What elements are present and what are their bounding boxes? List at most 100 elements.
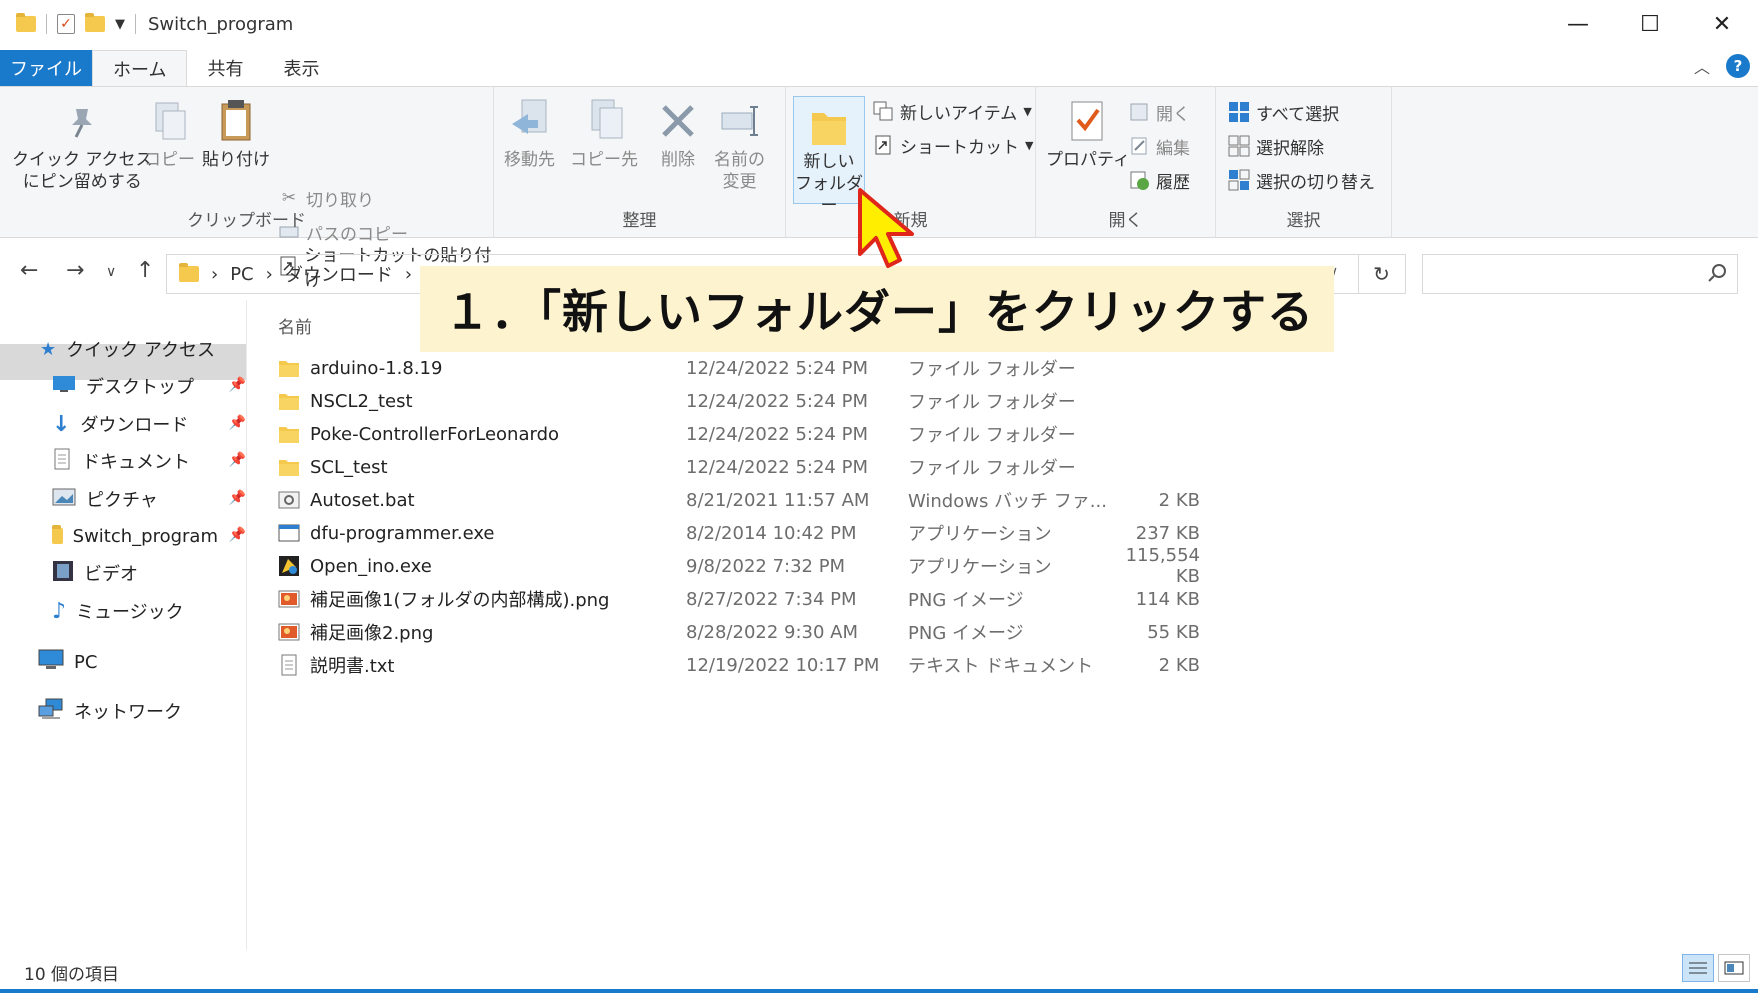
tab-share[interactable]: 共有 bbox=[187, 50, 263, 86]
pin-icon: 📌 bbox=[228, 377, 246, 393]
file-row[interactable]: NSCL2_test 12/24/2022 5:24 PM ファイル フォルダー bbox=[278, 385, 1228, 417]
forward-arrow-icon[interactable]: → bbox=[66, 258, 84, 283]
nav-network[interactable]: ネットワーク bbox=[38, 696, 182, 726]
pane-divider bbox=[246, 300, 247, 950]
nav-documents[interactable]: ドキュメント 📌 bbox=[52, 446, 246, 476]
document-icon bbox=[52, 448, 72, 475]
edit-button[interactable]: 編集 bbox=[1128, 131, 1190, 161]
file-name-cell: 補足画像1(フォルダの内部構成).png bbox=[278, 586, 686, 612]
close-button[interactable]: ✕ bbox=[1686, 0, 1758, 48]
refresh-icon[interactable]: ↻ bbox=[1358, 254, 1404, 294]
help-icon[interactable]: ? bbox=[1726, 54, 1750, 78]
file-date: 12/24/2022 5:24 PM bbox=[686, 456, 868, 478]
nav-label: ドキュメント bbox=[82, 452, 190, 473]
file-type: テキスト ドキュメント bbox=[908, 656, 1094, 677]
file-row[interactable]: Open_ino.exe 9/8/2022 7:32 PM アプリケーション 115,… bbox=[278, 545, 1228, 587]
details-view-icon[interactable] bbox=[1682, 954, 1714, 982]
tab-home[interactable]: ホーム bbox=[92, 50, 188, 86]
history-icon bbox=[1128, 169, 1150, 191]
shortcut-button[interactable]: ショートカット ▼ bbox=[872, 130, 1033, 160]
file-row[interactable]: arduino-1.8.19 12/24/2022 5:24 PM ファイル フォル… bbox=[278, 352, 1228, 384]
breadcrumb-pc[interactable]: PC bbox=[230, 264, 253, 285]
nav-switch-program[interactable]: Switch_program 📌 bbox=[52, 521, 246, 551]
copy-label: コピー bbox=[144, 150, 195, 170]
file-row[interactable]: dfu-programmer.exe 8/2/2014 10:42 PM アプリケー… bbox=[278, 517, 1228, 549]
ribbon-tabs: ファイル ホーム 共有 表示 ︿ ? bbox=[0, 50, 1758, 86]
properties-label: プロパティ bbox=[1046, 150, 1130, 170]
file-type: ファイル フォルダー bbox=[908, 458, 1076, 479]
new-folder-icon[interactable] bbox=[85, 13, 105, 32]
file-name: Autoset.bat bbox=[310, 489, 415, 511]
file-size: 237 KB bbox=[1135, 522, 1200, 544]
history-button[interactable]: 履歴 bbox=[1128, 165, 1190, 195]
nav-videos[interactable]: ビデオ bbox=[52, 558, 138, 588]
batch-file-icon bbox=[278, 489, 300, 511]
file-name-cell: NSCL2_test bbox=[278, 390, 686, 412]
paste-button[interactable]: 貼り付け bbox=[202, 97, 270, 171]
file-name-cell: 説明書.txt bbox=[278, 652, 686, 678]
group-select: すべて選択 選択解除 選択の切り替え 選択 bbox=[1216, 87, 1392, 237]
nav-desktop[interactable]: デスクトップ 📌 bbox=[52, 371, 246, 401]
new-folder-label: 新しい フォルダー bbox=[794, 151, 864, 217]
select-all-button[interactable]: すべて選択 bbox=[1228, 97, 1339, 127]
tab-view[interactable]: 表示 bbox=[263, 50, 339, 86]
file-type: ファイル フォルダー bbox=[908, 425, 1076, 446]
file-type: アプリケーション bbox=[908, 557, 1052, 578]
pin-label-line2: にピン留めする bbox=[22, 172, 142, 192]
paste-icon bbox=[212, 97, 260, 145]
new-item-button[interactable]: 新しいアイテム ▼ bbox=[872, 96, 1032, 126]
file-type: ファイル フォルダー bbox=[908, 392, 1076, 413]
file-row[interactable]: 説明書.txt 12/19/2022 10:17 PM テキスト ドキュメント 2 K… bbox=[278, 649, 1228, 681]
nav-music[interactable]: ♪ ミュージック bbox=[52, 596, 184, 626]
file-type: ファイル フォルダー bbox=[908, 359, 1076, 380]
breadcrumb-downloads[interactable]: ダウンロード bbox=[285, 261, 393, 287]
group-open: プロパティ 開く 編集 履歴 開く bbox=[1036, 87, 1216, 237]
recent-locations-icon[interactable]: ∨ bbox=[106, 264, 116, 280]
group-clipboard: クイック アクセス にピン留めする コピー 貼り付け ✂ 切り取り パスのコピー… bbox=[0, 87, 494, 291]
breadcrumb-separator: › bbox=[404, 263, 413, 285]
nav-pc[interactable]: PC bbox=[38, 647, 97, 677]
select-none-button[interactable]: 選択解除 bbox=[1228, 131, 1324, 161]
maximize-button[interactable]: ☐ bbox=[1614, 0, 1686, 48]
file-row[interactable]: Autoset.bat 8/21/2021 11:57 AM Windows バッチ… bbox=[278, 484, 1228, 516]
open-button[interactable]: 開く bbox=[1128, 97, 1190, 127]
move-to-button[interactable]: 移動先 bbox=[504, 97, 555, 171]
pin-icon: 📌 bbox=[228, 527, 246, 543]
invert-selection-label: 選択の切り替え bbox=[1256, 172, 1375, 193]
folder-icon bbox=[278, 357, 300, 379]
file-date: 12/24/2022 5:24 PM bbox=[686, 357, 868, 379]
file-row[interactable]: 補足画像2.png 8/28/2022 9:30 AM PNG イメージ 55 KB bbox=[278, 616, 1228, 648]
select-none-icon bbox=[1228, 135, 1250, 157]
search-input[interactable] bbox=[1422, 254, 1738, 294]
collapse-ribbon-icon[interactable]: ︿ bbox=[1694, 54, 1710, 78]
breadcrumb-separator: › bbox=[211, 263, 219, 285]
nav-quick-access[interactable]: ★ クイック アクセス bbox=[40, 334, 215, 364]
minimize-button[interactable]: — bbox=[1542, 0, 1614, 48]
file-type: アプリケーション bbox=[908, 524, 1052, 545]
nav-downloads[interactable]: ↓ ダウンロード 📌 bbox=[52, 409, 246, 439]
copy-to-button[interactable]: コピー先 bbox=[570, 97, 638, 171]
tab-file[interactable]: ファイル bbox=[0, 50, 92, 86]
folder-icon bbox=[278, 390, 300, 412]
rename-button[interactable]: 名前の 変更 bbox=[714, 97, 765, 193]
window-border bbox=[0, 989, 1758, 993]
back-arrow-icon[interactable]: ← bbox=[20, 258, 38, 283]
copy-button[interactable]: コピー bbox=[144, 97, 195, 171]
delete-button[interactable]: 削除 bbox=[654, 97, 702, 171]
properties-button[interactable]: プロパティ bbox=[1046, 97, 1130, 171]
large-icons-view-icon[interactable] bbox=[1718, 954, 1750, 982]
select-all-label: すべて選択 bbox=[1256, 104, 1340, 125]
invert-selection-button[interactable]: 選択の切り替え bbox=[1228, 165, 1375, 195]
pin-to-quick-access-button[interactable]: クイック アクセス にピン留めする bbox=[12, 97, 153, 193]
new-folder-button[interactable]: 新しい フォルダー bbox=[793, 96, 865, 216]
customize-toolbar-icon[interactable]: ▼ bbox=[115, 17, 125, 32]
file-size: 55 KB bbox=[1147, 621, 1200, 643]
star-icon: ★ bbox=[40, 338, 57, 360]
properties-icon[interactable]: ✓ bbox=[57, 14, 75, 34]
file-row[interactable]: SCL_test 12/24/2022 5:24 PM ファイル フォルダー bbox=[278, 451, 1228, 483]
nav-pictures[interactable]: ピクチャ 📌 bbox=[52, 484, 246, 514]
up-arrow-icon[interactable]: ↑ bbox=[136, 258, 154, 283]
file-row[interactable]: Poke-ControllerForLeonardo 12/24/2022 5:2… bbox=[278, 418, 1228, 450]
file-row[interactable]: 補足画像1(フォルダの内部構成).png 8/27/2022 7:34 PM PNG… bbox=[278, 583, 1228, 615]
column-header-name[interactable]: 名前 bbox=[278, 313, 312, 338]
